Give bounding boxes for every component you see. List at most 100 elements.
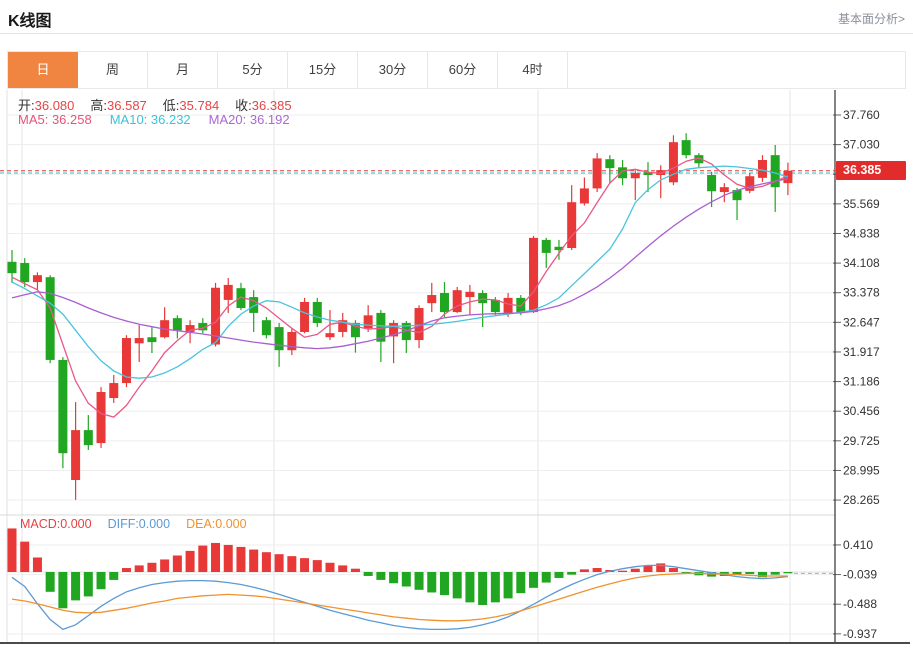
y-axis-label: 0.410 [843,538,873,552]
macd-bar [567,572,576,575]
candle-body [58,360,67,453]
candle-body [71,430,80,480]
candle-body [504,298,513,313]
candle-body [440,293,449,312]
macd-bar [351,569,360,572]
macd-bar [415,572,424,590]
y-axis-label: 32.647 [843,315,880,329]
candle-body [8,262,17,273]
ohlc-label: 高: [90,98,107,113]
macd-bar [198,546,207,572]
candle-body [478,293,487,303]
current-price-tag: 36.385 [836,161,906,180]
y-axis-label: -0.937 [843,627,877,641]
macd-bar [109,572,118,580]
macd-bar [554,572,563,578]
macd-bar [542,572,551,583]
macd-bar [46,572,55,592]
dea-line [12,573,788,621]
macd-bar [236,547,245,572]
tab-30min[interactable]: 30分 [358,52,428,88]
page-header: K线图 基本面分析> [0,0,913,33]
tab-5min[interactable]: 5分 [218,52,288,88]
ohlc-value: 35.784 [179,98,219,113]
ohlc-value: 36.080 [35,98,75,113]
y-axis-label: -0.488 [843,597,877,611]
candle-body [682,140,691,155]
candle-body [707,175,716,191]
macd-bar [97,572,106,589]
candle-body [720,187,729,192]
macd-bar [173,556,182,573]
macd-bar [478,572,487,605]
macd-bar [313,560,322,572]
macd-bar [71,572,80,600]
ohlc-label: 开: [18,98,35,113]
macd-bar [516,572,525,593]
tab-month[interactable]: 月 [148,52,218,88]
macd-bar [135,565,144,572]
kline-chart-canvas[interactable]: 37.76037.03036.29935.56934.83834.10833.3… [0,90,913,648]
macd-bar [465,572,474,602]
macd-bar [287,556,296,572]
y-axis-label: 30.456 [843,404,880,418]
macd-bar [771,572,780,575]
ohlc-value: 36.587 [107,98,147,113]
y-axis-label: 31.186 [843,375,880,389]
macd-bar [338,565,347,572]
candle-body [20,263,29,282]
candle-body [275,327,284,350]
candle-body [758,160,767,178]
candle-body [427,295,436,303]
tab-4hour[interactable]: 4时 [498,52,568,88]
tab-week[interactable]: 周 [78,52,148,88]
tab-day[interactable]: 日 [8,52,78,88]
candle-body [109,383,118,398]
ohlc-value: 36.385 [252,98,292,113]
candle-body [262,320,271,335]
y-axis-label: 34.108 [843,256,880,270]
macd-bar [8,528,17,572]
y-axis-label: -0.039 [843,568,877,582]
fundamental-analysis-link[interactable]: 基本面分析> [838,10,905,27]
macd-bar [122,568,131,572]
tab-60min[interactable]: 60分 [428,52,498,88]
header-divider [0,33,913,34]
y-axis-label: 34.838 [843,226,880,240]
ma-legend-item: MA20: 36.192 [209,112,290,127]
macd-bar [58,572,67,608]
macd-bar [262,552,271,572]
macd-legend: MACD:0.000DIFF:0.000DEA:0.000 [20,517,263,531]
macd-legend-item: DEA:0.000 [186,517,246,531]
candle-body [97,392,106,443]
candle-body [465,292,474,297]
macd-bar [427,572,436,592]
page-title: K线图 [8,7,52,31]
y-axis-label: 29.725 [843,434,880,448]
y-axis-label: 33.378 [843,286,880,300]
y-axis-label: 28.995 [843,463,880,477]
macd-bar [160,559,169,572]
candle-body [580,188,589,203]
macd-bar [147,563,156,572]
macd-bar [745,572,754,574]
macd-bar [300,558,309,572]
macd-bar [186,551,195,572]
ma-legend-item: MA10: 36.232 [110,112,191,127]
macd-bar [453,572,462,598]
macd-bar [440,572,449,595]
macd-bar [84,572,93,596]
y-axis-label: 28.265 [843,493,880,507]
candle-body [631,173,640,178]
macd-bar [504,572,513,598]
candle-body [84,430,93,445]
candle-body [593,158,602,188]
chart-area: 37.76037.03036.29935.56934.83834.10833.3… [0,90,913,648]
macd-bar [224,545,233,572]
tab-15min[interactable]: 15分 [288,52,358,88]
candle-body [147,337,156,342]
macd-legend-item: MACD:0.000 [20,517,92,531]
candle-body [224,285,233,300]
macd-bar [275,554,284,572]
ma-legend-item: MA5: 36.258 [18,112,92,127]
